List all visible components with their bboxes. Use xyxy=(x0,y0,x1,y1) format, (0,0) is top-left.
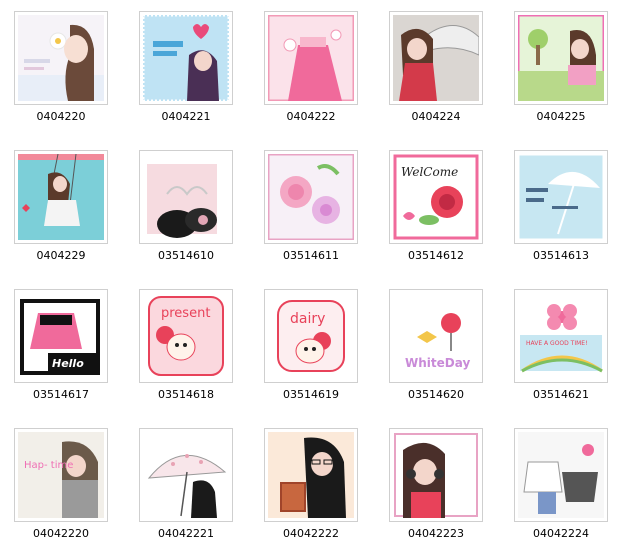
tiara-icon xyxy=(143,154,229,240)
thumbnail-item[interactable]: dairy 03514619 xyxy=(252,278,372,408)
have-a-good-time-icon: HAVE A GOOD TIME! xyxy=(518,293,604,379)
white-day-icon: WhiteDay xyxy=(393,293,479,379)
thumbnail-item[interactable]: 04042221 xyxy=(127,417,247,547)
thumbnail-item[interactable]: 0404220 xyxy=(2,0,122,130)
thumbnail-frame xyxy=(139,11,233,105)
thumbnail-item[interactable]: 0404222 xyxy=(252,0,372,130)
thumbnail-label: 0404229 xyxy=(36,249,86,262)
thumbnail-item[interactable]: 04042222 xyxy=(252,417,372,547)
blue-umbrella-icon xyxy=(518,154,604,240)
thumbnail-label: 04042223 xyxy=(408,527,464,540)
thumbnail-label: 04042220 xyxy=(33,527,89,540)
girl-with-umbrella-icon xyxy=(393,15,479,101)
thumbnail-item[interactable]: 04042223 xyxy=(377,417,497,547)
thumbnail-frame xyxy=(139,150,233,244)
thumbnail-item[interactable]: Hap- time 04042220 xyxy=(2,417,122,547)
thumbnail-item[interactable]: 0404225 xyxy=(502,0,622,130)
thumbnail-label: 04042224 xyxy=(533,527,589,540)
thumbnail-grid: 0404220 0404221 0404222 0404224 0404225 … xyxy=(0,0,629,543)
girl-with-headphones-icon xyxy=(393,432,479,518)
happy-time-girl-icon: Hap- time xyxy=(18,432,104,518)
girl-reading-icon xyxy=(268,432,354,518)
thumbnail-frame: WhiteDay xyxy=(389,289,483,383)
welcome-rose-icon: WelCome xyxy=(393,154,479,240)
thumbnail-label: 03514619 xyxy=(283,388,339,401)
thumbnail-item[interactable]: 03514611 xyxy=(252,139,372,269)
thumbnail-item[interactable]: HAVE A GOOD TIME! 03514621 xyxy=(502,278,622,408)
thumbnail-frame xyxy=(264,428,358,522)
thumbnail-frame xyxy=(514,150,608,244)
thumbnail-frame: present xyxy=(139,289,233,383)
thumbnail-label: 03514612 xyxy=(408,249,464,262)
pink-dress-icon xyxy=(268,15,354,101)
thumbnail-frame: Hello xyxy=(14,289,108,383)
thumbnail-label: 04042222 xyxy=(283,527,339,540)
thumbnail-label: 03514621 xyxy=(533,388,589,401)
thumbnail-item[interactable]: WhiteDay 03514620 xyxy=(377,278,497,408)
thumbnail-frame xyxy=(264,150,358,244)
thumbnail-label: 0404220 xyxy=(36,110,86,123)
roses-icon xyxy=(268,154,354,240)
dairy-icon: dairy xyxy=(268,293,354,379)
thumbnail-frame xyxy=(389,11,483,105)
thumbnail-frame: WelCome xyxy=(389,150,483,244)
thumbnail-item[interactable]: 03514613 xyxy=(502,139,622,269)
thumbnail-frame xyxy=(14,150,108,244)
thumbnail-label: 03514617 xyxy=(33,388,89,401)
thumbnail-label: 03514618 xyxy=(158,388,214,401)
dairy-text: dairy xyxy=(290,311,325,327)
girl-with-heart-icon xyxy=(143,15,229,101)
girl-with-flower-icon xyxy=(18,15,104,101)
fashion-clothes-icon xyxy=(518,432,604,518)
happy-time-text: Hap- time xyxy=(24,460,73,471)
thumbnail-item[interactable]: 0404224 xyxy=(377,0,497,130)
thumbnail-label: 0404222 xyxy=(286,110,336,123)
white-day-text: WhiteDay xyxy=(405,356,470,370)
thumbnail-label: 03514620 xyxy=(408,388,464,401)
thumbnail-label: 03514610 xyxy=(158,249,214,262)
thumbnail-item[interactable]: present 03514618 xyxy=(127,278,247,408)
thumbnail-label: 0404225 xyxy=(536,110,586,123)
thumbnail-label: 0404221 xyxy=(161,110,211,123)
thumbnail-frame xyxy=(264,11,358,105)
girl-on-swing-icon xyxy=(18,154,104,240)
thumbnail-frame xyxy=(389,428,483,522)
thumbnail-frame xyxy=(14,11,108,105)
hello-dress-icon: Hello xyxy=(18,293,104,379)
thumbnail-frame xyxy=(514,428,608,522)
girl-in-park-icon xyxy=(518,15,604,101)
thumbnail-frame xyxy=(139,428,233,522)
thumbnail-label: 03514611 xyxy=(283,249,339,262)
welcome-text: WelCome xyxy=(401,165,458,179)
thumbnail-item[interactable]: 03514610 xyxy=(127,139,247,269)
thumbnail-item[interactable]: 04042224 xyxy=(502,417,622,547)
thumbnail-item[interactable]: WelCome 03514612 xyxy=(377,139,497,269)
thumbnail-item[interactable]: Hello 03514617 xyxy=(2,278,122,408)
hello-text: Hello xyxy=(52,357,84,370)
present-text: present xyxy=(161,306,210,321)
thumbnail-frame: dairy xyxy=(264,289,358,383)
thumbnail-frame: HAVE A GOOD TIME! xyxy=(514,289,608,383)
good-time-text: HAVE A GOOD TIME! xyxy=(526,340,587,347)
thumbnail-label: 0404224 xyxy=(411,110,461,123)
thumbnail-item[interactable]: 0404229 xyxy=(2,139,122,269)
thumbnail-item[interactable]: 0404221 xyxy=(127,0,247,130)
thumbnail-frame: Hap- time xyxy=(14,428,108,522)
thumbnail-label: 04042221 xyxy=(158,527,214,540)
thumbnail-label: 03514613 xyxy=(533,249,589,262)
present-icon: present xyxy=(143,293,229,379)
polka-umbrella-icon xyxy=(143,432,229,518)
thumbnail-frame xyxy=(514,11,608,105)
